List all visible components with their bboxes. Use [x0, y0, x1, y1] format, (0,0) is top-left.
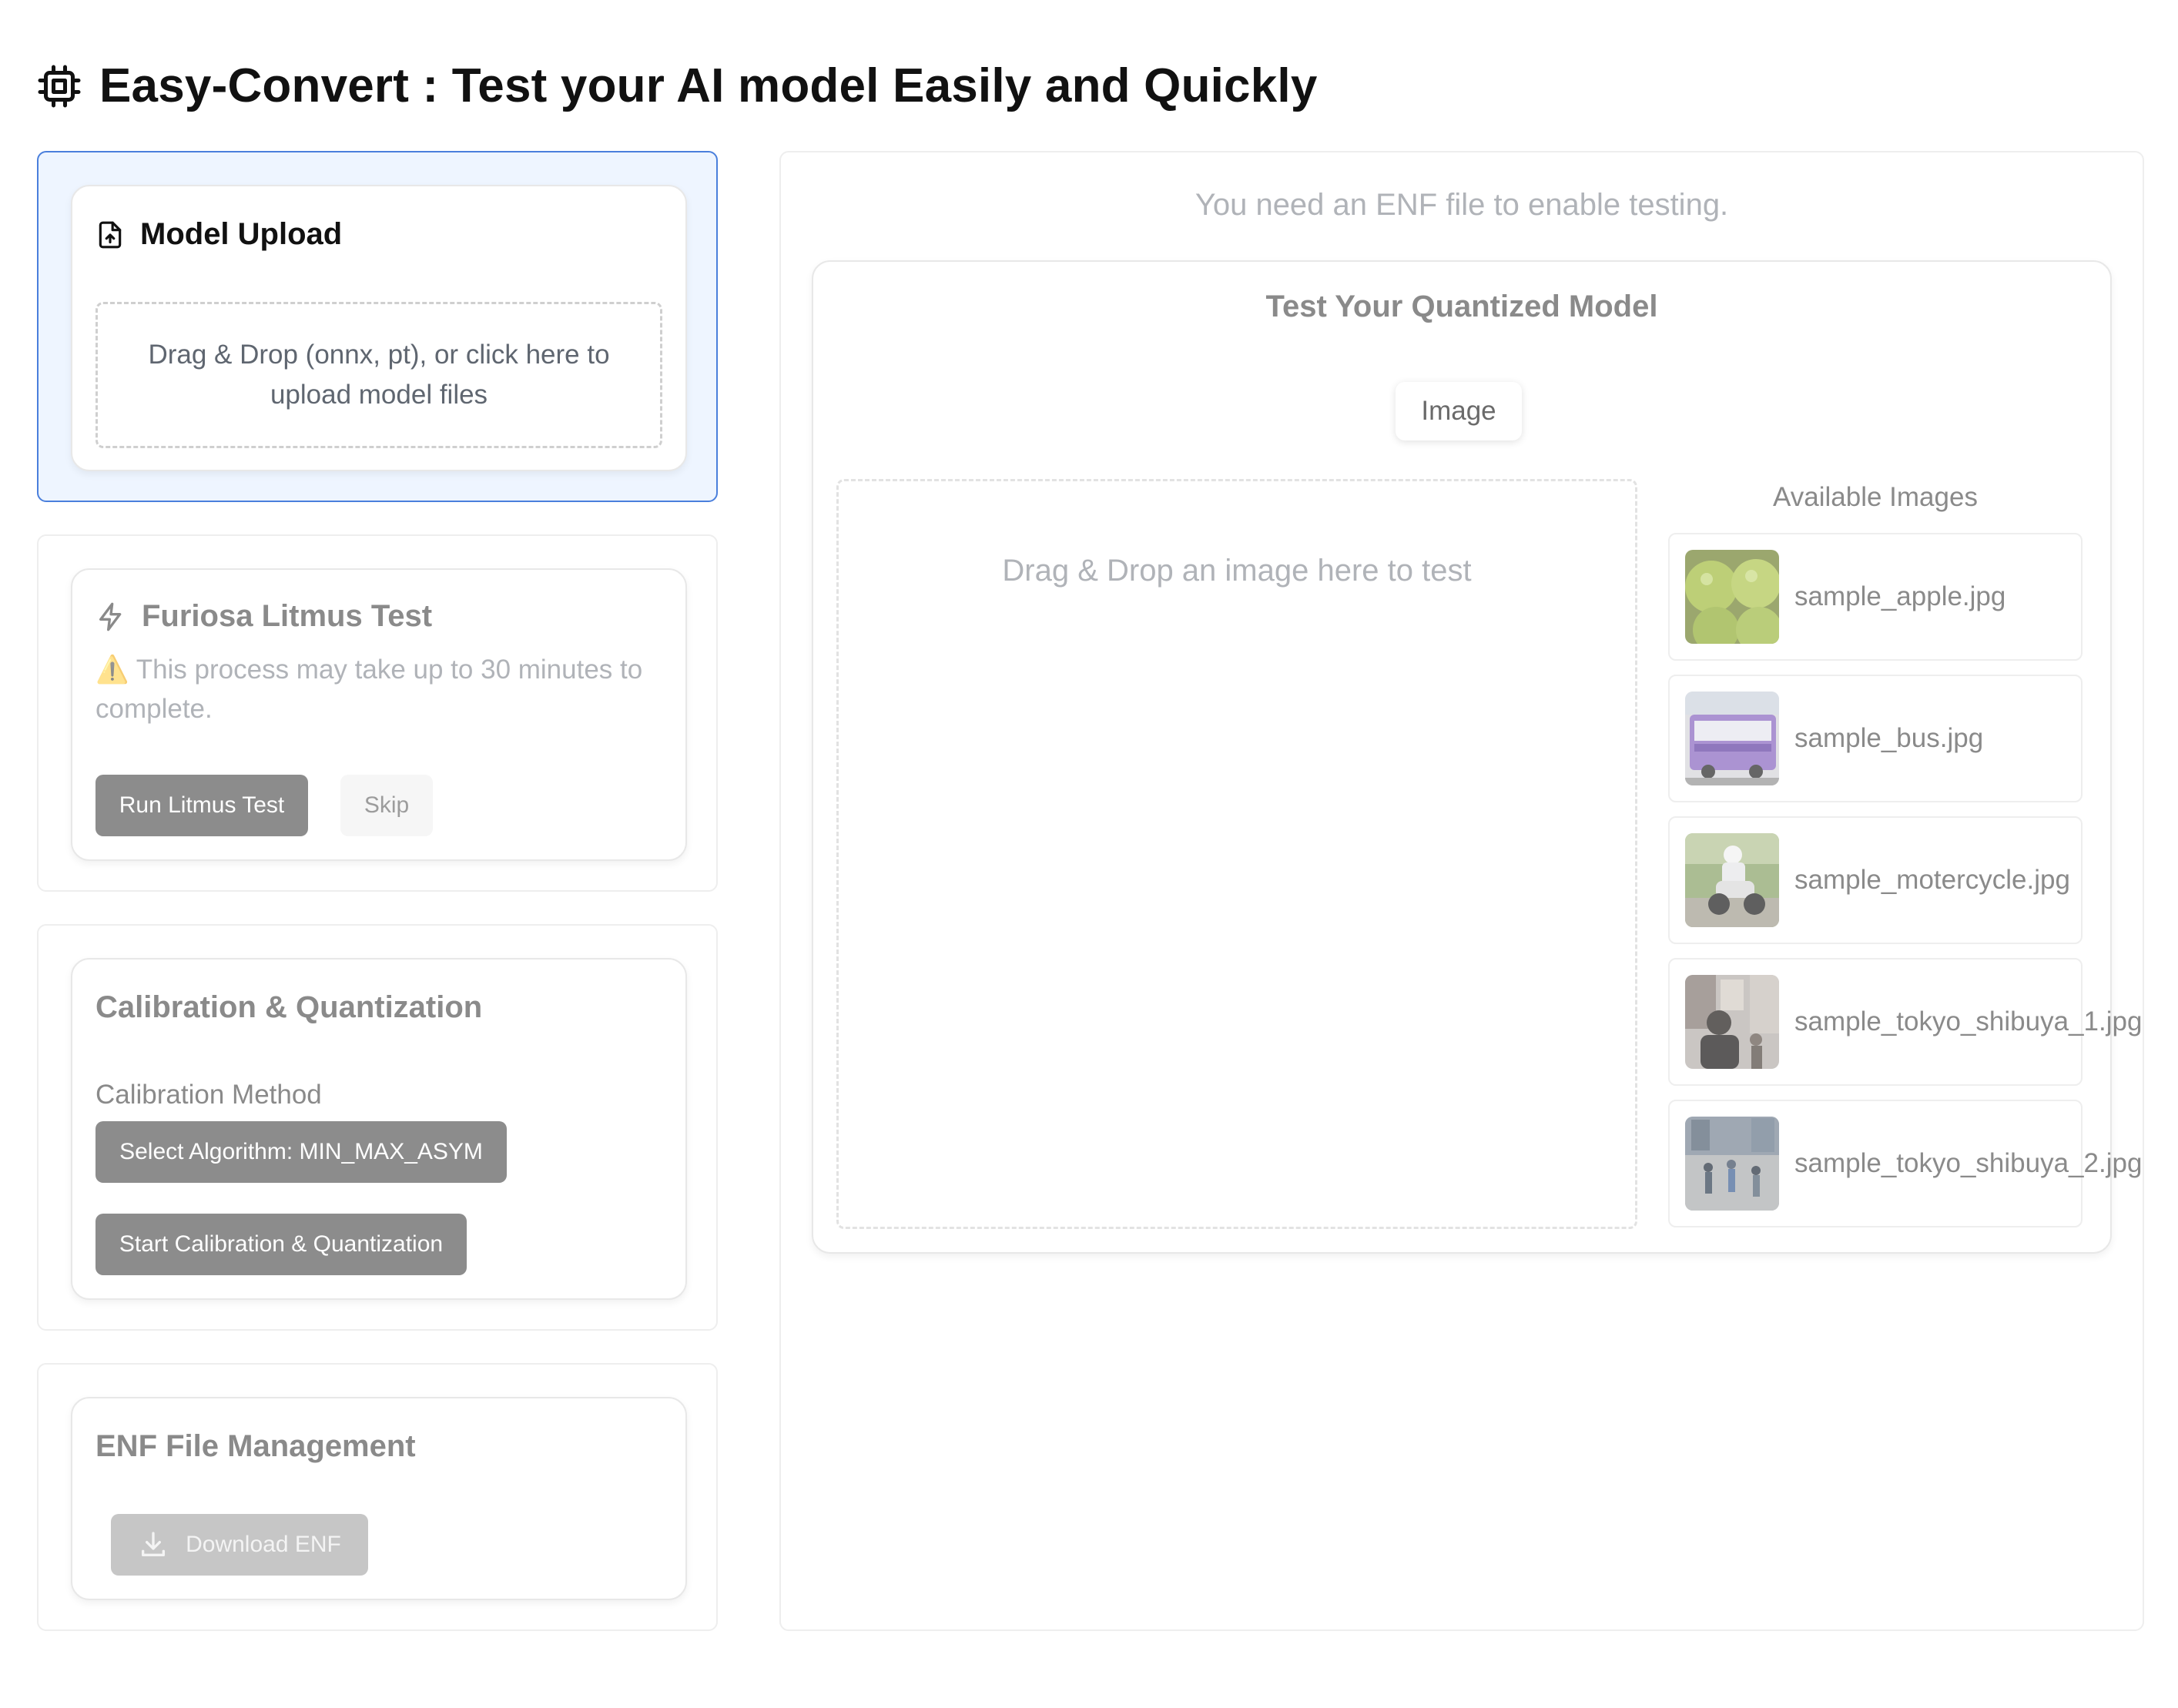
litmus-test-title: Furiosa Litmus Test [142, 599, 433, 633]
lightning-icon [99, 602, 122, 631]
run-litmus-test-button[interactable]: Run Litmus Test [95, 775, 308, 836]
model-upload-heading: Model Upload [95, 217, 342, 252]
run-litmus-test-label: Run Litmus Test [119, 792, 285, 818]
page-title: Easy-Convert : Test your AI model Easily… [99, 59, 1318, 112]
apple-thumbnail [1685, 550, 1779, 644]
image-item-label: sample_apple.jpg [1794, 581, 2006, 611]
cpu-icon [38, 65, 81, 107]
tab-image[interactable]: Image [1396, 382, 1522, 440]
select-algorithm-button[interactable]: Select Algorithm: MIN_MAX_ASYM [95, 1121, 507, 1183]
image-dropzone-text: Drag & Drop an image here to test [1002, 554, 1472, 588]
model-upload-dropzone-text: Drag & Drop (onnx, pt), or click here to… [148, 340, 610, 410]
litmus-test-card: Furiosa Litmus Test ⚠️ This process may … [71, 568, 687, 861]
available-images-title: Available Images [1773, 482, 1978, 512]
shibuya-1-thumbnail [1685, 975, 1779, 1069]
litmus-test-panel: Furiosa Litmus Test ⚠️ This process may … [37, 534, 718, 892]
calibration-title: Calibration & Quantization [95, 990, 483, 1024]
model-upload-title: Model Upload [140, 217, 343, 251]
calibration-method-label: Calibration Method [95, 1080, 322, 1110]
model-upload-panel: Model Upload Drag & Drop (onnx, pt), or … [37, 151, 718, 502]
model-upload-card: Model Upload Drag & Drop (onnx, pt), or … [71, 185, 687, 471]
shibuya-2-thumbnail [1685, 1117, 1779, 1211]
bus-thumbnail [1685, 692, 1779, 785]
calibration-heading: Calibration & Quantization [95, 990, 482, 1025]
image-item-shibuya-2[interactable]: sample_tokyo_shibuya_2.jpg [1668, 1100, 2142, 1227]
warning-icon: ⚠️ [95, 655, 129, 685]
image-item-label: sample_bus.jpg [1794, 723, 1984, 753]
skip-button[interactable]: Skip [340, 775, 433, 836]
image-item-label: sample_tokyo_shibuya_1.jpg [1794, 1006, 2143, 1037]
litmus-test-heading: Furiosa Litmus Test [95, 599, 432, 634]
enf-card: ENF File Management Download ENF [71, 1397, 687, 1600]
download-icon [142, 1532, 166, 1556]
file-upload-icon [99, 221, 122, 248]
app-header: Easy-Convert : Test your AI model Easily… [36, 59, 1318, 113]
image-item-apple[interactable]: sample_apple.jpg [1668, 533, 2083, 661]
tab-image-label: Image [1421, 396, 1496, 426]
model-upload-dropzone[interactable]: Drag & Drop (onnx, pt), or click here to… [95, 302, 662, 448]
litmus-warning-text: This process may take up to 30 minutes t… [95, 655, 643, 724]
enf-heading: ENF File Management [95, 1429, 416, 1464]
enf-required-notice: You need an ENF file to enable testing. [1195, 188, 1729, 222]
enf-title: ENF File Management [95, 1429, 416, 1463]
enf-panel: ENF File Management Download ENF [37, 1363, 718, 1631]
download-enf-label: Download ENF [186, 1532, 341, 1557]
image-dropzone[interactable]: Drag & Drop an image here to test [836, 479, 1637, 1229]
start-calibration-button[interactable]: Start Calibration & Quantization [95, 1214, 467, 1275]
motercycle-thumbnail [1685, 833, 1779, 927]
litmus-warning: ⚠️ This process may take up to 30 minute… [95, 650, 665, 728]
image-item-bus[interactable]: sample_bus.jpg [1668, 675, 2083, 802]
download-enf-button[interactable]: Download ENF [111, 1514, 368, 1576]
image-item-label: sample_tokyo_shibuya_2.jpg [1794, 1148, 2143, 1178]
start-calibration-label: Start Calibration & Quantization [119, 1231, 444, 1257]
image-item-shibuya-1[interactable]: sample_tokyo_shibuya_1.jpg [1668, 958, 2142, 1086]
select-algorithm-label: Select Algorithm: MIN_MAX_ASYM [119, 1139, 483, 1164]
image-item-label: sample_motercycle.jpg [1794, 865, 2070, 895]
test-model-title: Test Your Quantized Model [1265, 290, 1658, 323]
calibration-card: Calibration & Quantization Calibration M… [71, 958, 687, 1300]
skip-label: Skip [364, 792, 410, 818]
image-item-motercycle[interactable]: sample_motercycle.jpg [1668, 816, 2083, 944]
calibration-panel: Calibration & Quantization Calibration M… [37, 924, 718, 1331]
